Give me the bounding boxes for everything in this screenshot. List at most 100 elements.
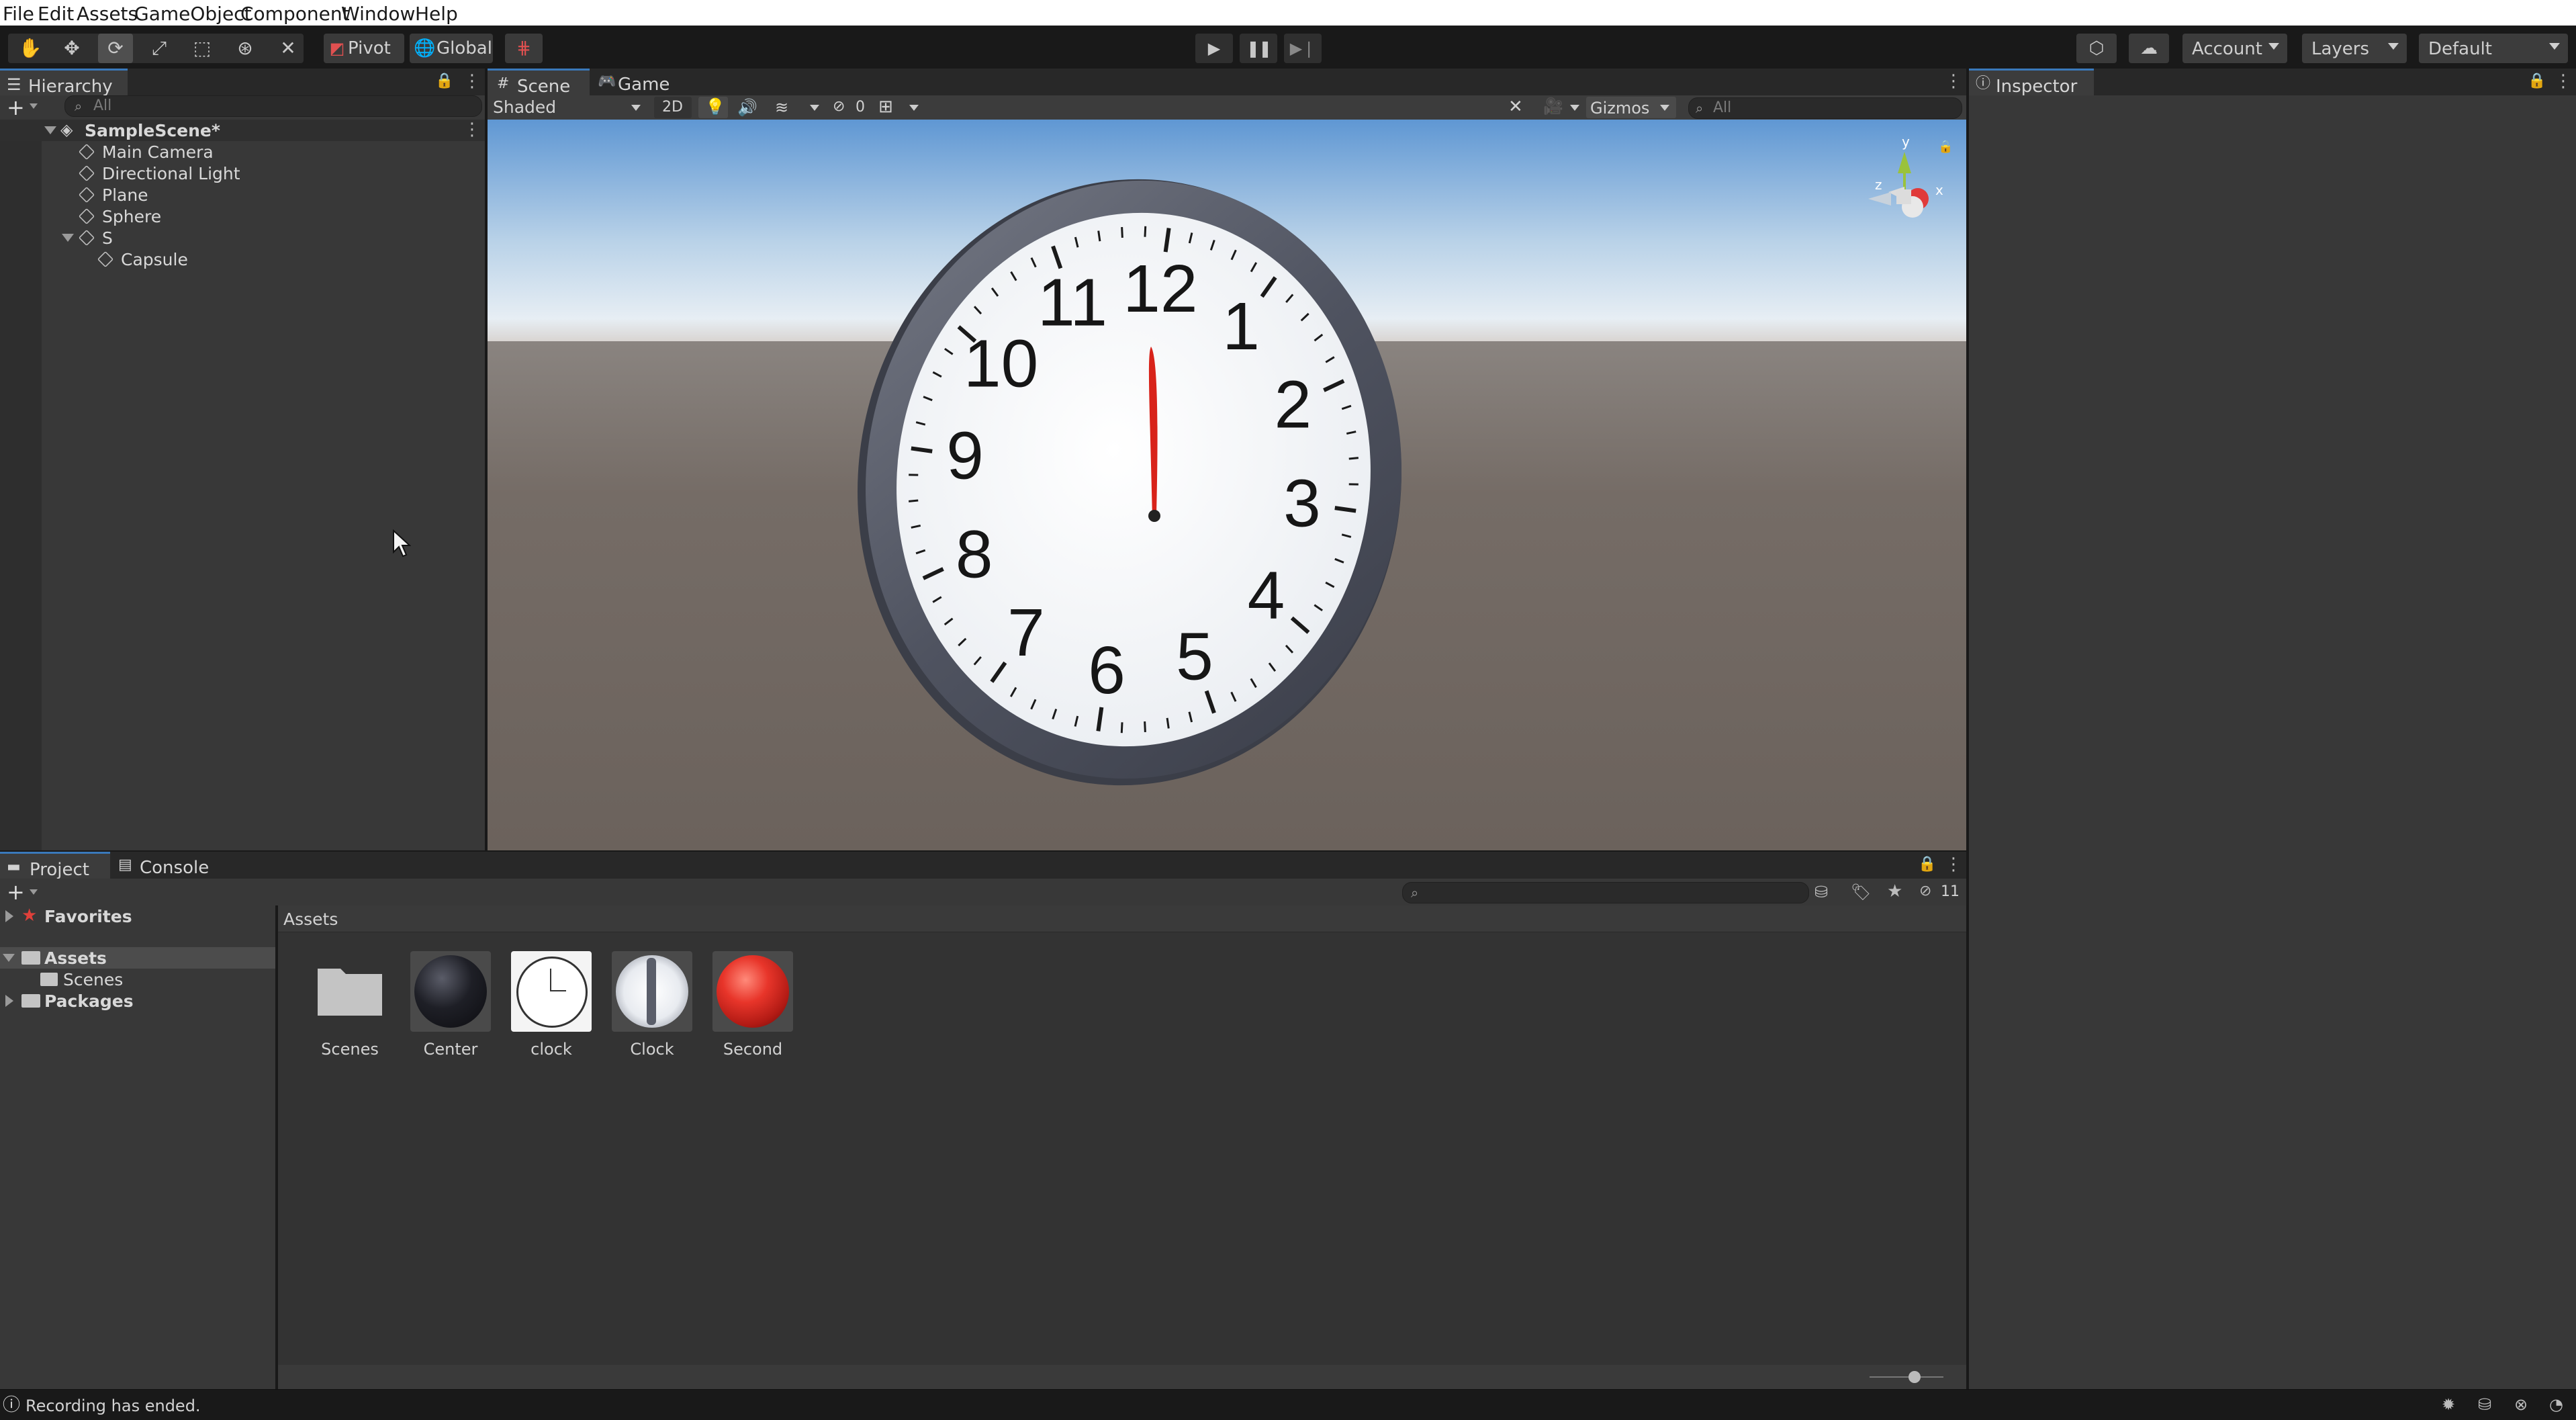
gizmos-dropdown[interactable]: Gizmos xyxy=(1586,97,1676,118)
menu-file[interactable]: File xyxy=(3,3,34,25)
lighting-toggle[interactable]: 💡 xyxy=(698,97,728,118)
chevron-down-icon[interactable] xyxy=(30,103,38,109)
tab-game[interactable]: 🎮 Game xyxy=(590,69,684,95)
pause-button[interactable]: ❚❚ xyxy=(1240,34,1277,63)
transform-tool-icon[interactable]: ⊛ xyxy=(228,34,262,63)
more-options-icon[interactable]: ⋮ xyxy=(463,121,481,138)
layers-dropdown[interactable]: Layers xyxy=(2302,34,2407,63)
hidden-objects-toggle[interactable]: ⊘ 0 xyxy=(829,97,880,118)
more-options-icon[interactable]: ⋮ xyxy=(2555,73,2572,90)
asset-center[interactable]: Center xyxy=(407,951,494,1059)
zoom-slider-handle[interactable] xyxy=(1908,1371,1921,1383)
menu-edit[interactable]: Edit xyxy=(38,3,74,25)
hierarchy-item-directional-light[interactable]: Directional Light xyxy=(0,163,485,184)
breadcrumb-assets[interactable]: Assets xyxy=(283,911,338,928)
layout-label: Default xyxy=(2428,39,2492,59)
filter-type-icon[interactable]: ⛁ xyxy=(1814,884,1828,900)
collab-button[interactable]: ⬡ xyxy=(2076,34,2117,63)
tree-item-assets[interactable]: Assets xyxy=(0,947,275,969)
step-button[interactable]: ▶❘ xyxy=(1284,34,1322,63)
tab-label: Game xyxy=(618,75,670,95)
rect-tool-icon[interactable]: ⬚ xyxy=(185,34,219,63)
bug-icon[interactable]: ✹ xyxy=(2442,1396,2455,1413)
more-options-icon[interactable]: ⋮ xyxy=(1945,73,1962,90)
lock-icon[interactable]: 🔒 xyxy=(2528,74,2546,89)
tab-hierarchy[interactable]: ☰ Hierarchy xyxy=(0,69,128,97)
camera-icon[interactable]: 🎥 xyxy=(1543,98,1563,114)
hierarchy-item-plane[interactable]: Plane xyxy=(0,184,485,206)
tag-icon[interactable]: 🏷 xyxy=(1851,884,1871,900)
asset-label: Center xyxy=(423,1040,478,1059)
eye-slash-icon[interactable]: ⊘ xyxy=(1919,884,1931,899)
audio-icon[interactable]: 🔊 xyxy=(737,99,757,116)
tab-project[interactable]: ▬ Project xyxy=(0,852,110,881)
menu-component[interactable]: Component xyxy=(240,3,350,25)
tree-item-favorites[interactable]: ★ Favorites xyxy=(0,905,275,927)
scene-row[interactable]: ◈ SampleScene* ⋮ xyxy=(0,120,485,141)
tree-item-scenes[interactable]: Scenes xyxy=(0,969,275,990)
star-icon[interactable]: ★ xyxy=(1887,883,1902,900)
asset-clock-material[interactable]: Clock xyxy=(608,951,696,1059)
play-button[interactable]: ▶ xyxy=(1195,34,1233,63)
hierarchy-item-s[interactable]: S xyxy=(0,227,485,249)
tab-label: Console xyxy=(140,858,210,878)
cache-icon[interactable]: ⛁ xyxy=(2478,1396,2491,1413)
layout-dropdown[interactable]: Default xyxy=(2419,34,2568,63)
tab-console[interactable]: ▤ Console xyxy=(110,852,218,879)
more-options-icon[interactable]: ⋮ xyxy=(1945,856,1962,873)
2d-toggle[interactable]: 2D xyxy=(654,97,692,118)
network-icon[interactable]: ⊗ xyxy=(2514,1396,2528,1413)
tools-icon[interactable]: ✕ xyxy=(1508,98,1523,116)
zoom-slider-track[interactable] xyxy=(1870,1376,1943,1378)
menu-assets[interactable]: Assets xyxy=(77,3,138,25)
scale-tool-icon[interactable]: ⤢ xyxy=(142,34,176,63)
menu-help[interactable]: Help xyxy=(415,3,458,25)
global-button[interactable]: 🌐 Global xyxy=(410,34,493,63)
clock-numeral: 5 xyxy=(1176,619,1213,694)
menu-window[interactable]: Window xyxy=(341,3,415,25)
progress-icon[interactable]: ◔ xyxy=(2549,1396,2563,1413)
hierarchy-item-sphere[interactable]: Sphere xyxy=(0,206,485,227)
hierarchy-search-input[interactable]: ⌕ All xyxy=(64,95,482,117)
lock-icon[interactable]: 🔒 xyxy=(1918,857,1936,872)
grid-toggle-icon[interactable]: ⊞ xyxy=(878,98,893,116)
hierarchy-tabbar: ☰ Hierarchy 🔒 ⋮ xyxy=(0,69,485,97)
tree-item-packages[interactable]: Packages xyxy=(0,990,275,1012)
asset-second[interactable]: Second xyxy=(709,951,796,1059)
rotate-tool-icon[interactable]: ⟳ xyxy=(98,34,133,63)
scene-viewport[interactable]: 12 1 2 3 4 5 6 7 8 9 10 11 y x z 🔒 xyxy=(488,120,1966,850)
grid-snap-button[interactable]: ⋕ xyxy=(505,34,543,63)
chevron-down-icon[interactable] xyxy=(62,234,74,242)
menu-gameobject[interactable]: GameObject xyxy=(134,3,252,25)
status-message[interactable]: Recording has ended. xyxy=(26,1398,201,1414)
asset-clock-texture[interactable]: clock xyxy=(508,951,595,1059)
tab-inspector[interactable]: ⓘ Inspector xyxy=(1969,69,2094,97)
clock-numeral: 3 xyxy=(1283,465,1321,541)
project-search-input[interactable]: ⌕ xyxy=(1402,882,1809,903)
chevron-down-icon[interactable] xyxy=(1570,105,1579,111)
chevron-down-icon[interactable] xyxy=(30,889,38,895)
add-icon[interactable]: + xyxy=(7,97,25,118)
add-icon[interactable]: + xyxy=(7,881,25,903)
asset-scenes[interactable]: Scenes xyxy=(306,951,394,1059)
lock-icon[interactable]: 🔒 xyxy=(435,74,453,89)
texture-thumbnail xyxy=(511,951,592,1032)
tab-scene[interactable]: # Scene xyxy=(488,69,590,97)
shading-mode-dropdown[interactable]: Shaded xyxy=(488,95,647,120)
effects-icon[interactable]: ≋ xyxy=(775,99,788,116)
hierarchy-item-capsule[interactable]: Capsule xyxy=(0,249,485,270)
clock-tick xyxy=(909,499,919,502)
account-dropdown[interactable]: Account xyxy=(2182,34,2287,63)
chevron-down-icon[interactable] xyxy=(810,105,819,111)
more-options-icon[interactable]: ⋮ xyxy=(463,73,481,90)
scene-search-input[interactable]: ⌕ All xyxy=(1688,97,1962,119)
custom-tool-icon[interactable]: ✕ xyxy=(271,34,305,63)
hierarchy-item-main-camera[interactable]: Main Camera xyxy=(0,141,485,163)
mouse-cursor-icon xyxy=(393,529,411,558)
hand-tool-icon[interactable]: ✋ xyxy=(13,34,47,63)
pivot-button[interactable]: ◩ Pivot xyxy=(324,34,404,63)
chevron-down-icon[interactable] xyxy=(909,105,919,111)
cloud-button[interactable]: ☁ xyxy=(2129,34,2169,63)
move-tool-icon[interactable]: ✥ xyxy=(55,34,89,63)
search-icon: ⌕ xyxy=(1411,885,1419,901)
